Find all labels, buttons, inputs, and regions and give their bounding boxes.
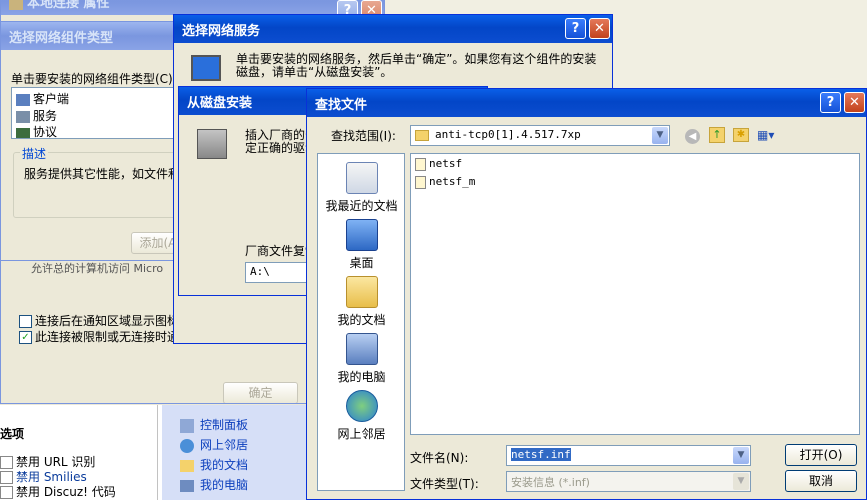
option-disable-discuz[interactable]: 禁用 Discuz! 代码 <box>0 485 116 500</box>
description-group: 描述 服务提供其它性能，如文件和 <box>13 145 180 218</box>
find-file-close-button[interactable]: ✕ <box>844 92 865 113</box>
filename-input[interactable]: netsf.inf ▼ <box>506 445 751 466</box>
disk-drive-icon <box>197 129 227 159</box>
option-disable-smilies[interactable]: 禁用 Smilies <box>0 470 116 485</box>
places-my-documents[interactable]: 我的文档 <box>318 276 405 328</box>
props-partial-text: 允许总的计算机访问 Micro <box>31 262 164 275</box>
network-service-close-button[interactable]: ✕ <box>589 18 610 39</box>
up-folder-icon[interactable]: ↑ <box>709 127 725 143</box>
computer-icon <box>180 479 194 492</box>
component-type-instruction: 单击要安装的网络组件类型(C): <box>11 72 177 86</box>
list-item-protocol[interactable]: 协议 <box>16 123 57 140</box>
limited-checkbox[interactable]: ✓ 此连接被限制或无连接时通 <box>19 328 179 345</box>
network-icon <box>180 438 194 453</box>
find-file-help-button[interactable]: ? <box>820 92 841 113</box>
my-computer-icon <box>345 333 378 365</box>
background-webpage: 选项 禁用 URL 识别 禁用 Smilies 禁用 Discuz! 代码 控制… <box>0 405 310 500</box>
control-panel-icon <box>180 418 194 433</box>
folder-icon <box>415 129 429 141</box>
file-list[interactable]: netsf netsf_m <box>410 153 860 435</box>
inf-file-icon <box>415 175 426 189</box>
back-icon[interactable]: ◀ <box>685 129 700 144</box>
component-type-list[interactable]: 客户端 服务 协议 <box>11 87 179 140</box>
notify-checkbox[interactable]: 连接后在通知区域显示图标 <box>19 312 179 329</box>
folder-icon <box>180 459 194 472</box>
find-file-titlebar[interactable]: 查找文件 <box>307 89 866 117</box>
client-icon <box>16 93 30 106</box>
file-item-netsf[interactable]: netsf <box>415 157 462 171</box>
places-recent[interactable]: 我最近的文档 <box>318 162 405 214</box>
lookin-label: 查找范围(I): <box>331 129 396 143</box>
props-titlebar[interactable]: 本地连接 属性 <box>1 0 384 15</box>
cancel-button[interactable]: 取消 <box>785 470 857 492</box>
network-service-titlebar[interactable]: 选择网络服务 <box>174 15 612 43</box>
view-menu-icon[interactable]: ▦▾ <box>757 128 779 142</box>
filetype-label: 文件类型(T): <box>410 477 479 491</box>
chevron-down-icon[interactable]: ▼ <box>652 127 668 144</box>
places-bar: 我最近的文档 桌面 我的文档 我的电脑 网上邻居 <box>317 153 405 491</box>
link-my-computer[interactable]: 我的电脑 <box>180 475 248 495</box>
lookin-dropdown[interactable]: anti-tcp0[1].4.517.7xp ▼ <box>410 125 670 146</box>
chevron-down-icon[interactable]: ▼ <box>733 473 749 490</box>
places-network[interactable]: 网上邻居 <box>318 390 405 442</box>
filename-label: 文件名(N): <box>410 451 469 465</box>
my-documents-icon <box>345 276 378 308</box>
list-item-service[interactable]: 服务 <box>16 107 57 124</box>
chevron-down-icon[interactable]: ▼ <box>733 447 749 464</box>
component-type-titlebar[interactable]: 选择网络组件类型 <box>1 22 179 50</box>
options-heading: 选项 <box>0 427 25 441</box>
option-disable-url[interactable]: 禁用 URL 识别 <box>0 455 116 470</box>
service-icon <box>16 110 30 123</box>
inf-file-icon <box>415 157 426 171</box>
props-ok-button[interactable]: 确定 <box>223 382 298 403</box>
network-service-instruction: 单击要安装的网络服务，然后单击“确定”。如果您有这个组件的安装磁盘，请单击“从磁… <box>236 52 597 79</box>
component-type-window: 选择网络组件类型 单击要安装的网络组件类型(C): 客户端 服务 协议 描述 服… <box>0 21 180 261</box>
places-my-computer[interactable]: 我的电脑 <box>318 333 405 385</box>
description-text: 服务提供其它性能，如文件和 <box>24 167 180 181</box>
open-button[interactable]: 打开(O) <box>785 444 857 466</box>
network-service-icon <box>191 55 221 81</box>
link-network-places[interactable]: 网上邻居 <box>180 435 248 455</box>
file-item-netsf-m[interactable]: netsf_m <box>415 175 475 189</box>
protocol-icon <box>16 127 30 138</box>
network-service-help-button[interactable]: ? <box>565 18 586 39</box>
new-folder-icon[interactable]: ✱ <box>733 128 749 142</box>
list-item-client[interactable]: 客户端 <box>16 90 69 107</box>
recent-documents-icon <box>345 162 378 194</box>
filetype-dropdown[interactable]: 安装信息 (*.inf) ▼ <box>506 471 751 492</box>
desktop-icon <box>345 219 378 251</box>
link-control-panel[interactable]: 控制面板 <box>180 415 248 435</box>
find-file-dialog: 查找文件 ? ✕ 查找范围(I): anti-tcp0[1].4.517.7xp… <box>306 88 867 500</box>
network-connection-icon <box>9 0 23 10</box>
task-pane: 控制面板 网上邻居 我的文档 我的电脑 <box>162 405 310 500</box>
link-my-documents[interactable]: 我的文档 <box>180 455 248 475</box>
places-desktop[interactable]: 桌面 <box>318 219 405 271</box>
network-places-icon <box>345 390 378 422</box>
